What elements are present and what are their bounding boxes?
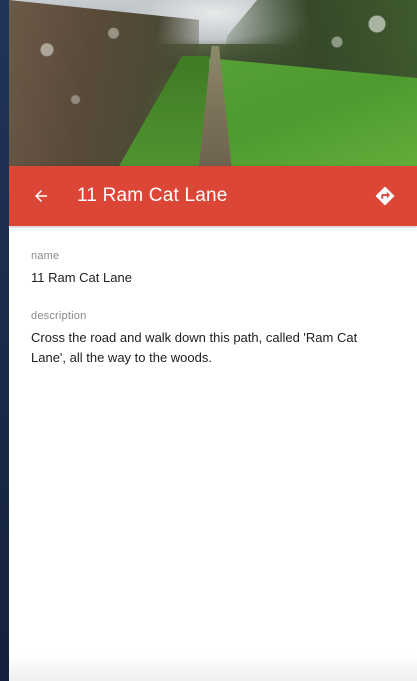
name-value: 11 Ram Cat Lane (31, 270, 132, 285)
page-title: 11 Ram Cat Lane (77, 185, 228, 206)
details-content: name 11 Ram Cat Lane description Cross t… (31, 250, 391, 390)
window-edge (0, 0, 9, 681)
app-bar: 11 Ram Cat Lane (9, 166, 417, 226)
description-field: description Cross the road and walk down… (31, 310, 391, 368)
directions-button[interactable] (365, 176, 405, 216)
description-label: description (31, 310, 87, 322)
bottom-shadow (9, 655, 417, 681)
name-label: name (31, 250, 60, 262)
hero-image (9, 0, 417, 166)
directions-icon (375, 186, 395, 206)
back-button[interactable] (21, 176, 61, 216)
description-value: Cross the road and walk down this path, … (31, 330, 358, 365)
arrow-left-icon (35, 190, 47, 202)
name-field: name 11 Ram Cat Lane (31, 250, 391, 288)
detail-screen: 11 Ram Cat Lane name 11 Ram Cat Lane des… (9, 0, 417, 681)
